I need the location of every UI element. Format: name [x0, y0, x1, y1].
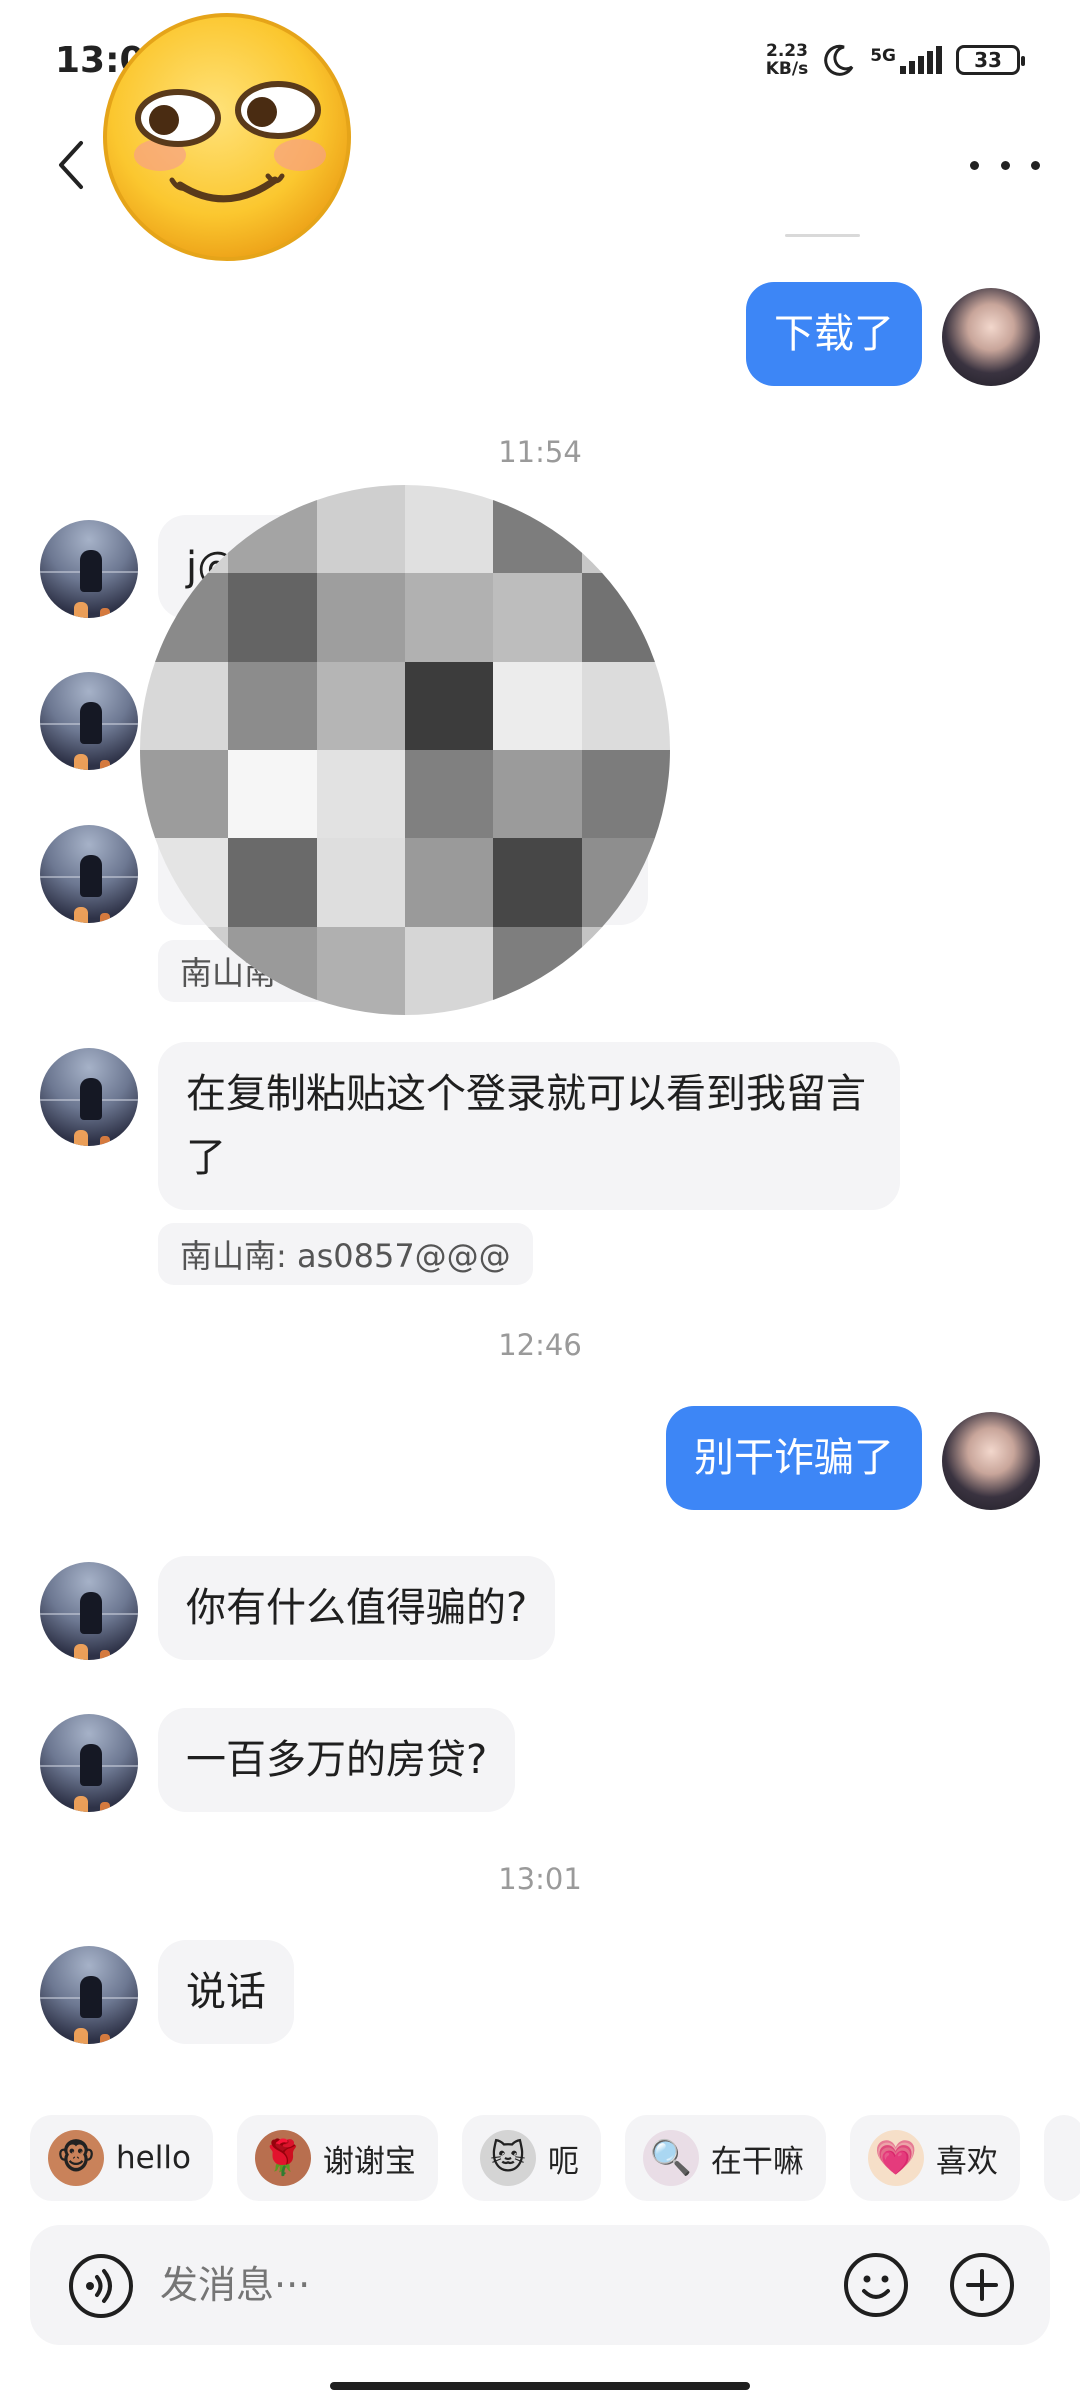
message-bubble-other[interactable]: 一百多万的房贷? — [158, 1708, 516, 1812]
net-speed: 2.23 KB/s — [765, 41, 809, 79]
message-timestamp: 13:01 — [498, 1862, 582, 1896]
message-input[interactable] — [160, 2255, 840, 2315]
quick-reply-label: 喜欢 — [935, 2143, 998, 2180]
contact-avatar[interactable] — [40, 825, 138, 923]
more-button[interactable] — [970, 140, 1040, 190]
message-timestamp: 11:54 — [498, 435, 582, 469]
quoted-message[interactable]: 南山南: as0857@@@ — [158, 1223, 533, 1285]
quick-reply-label: 谢谢宝 — [322, 2143, 416, 2180]
network-type: 5G — [870, 46, 896, 66]
quick-reply-bar: 🐵 hello 🌹 谢谢宝 🐱 呃 🔍 在干嘛 💗 喜欢 — [30, 2115, 1080, 2205]
self-avatar[interactable] — [942, 288, 1040, 386]
battery-indicator: 33 — [956, 45, 1025, 75]
quick-reply-label: 在干嘛 — [710, 2143, 804, 2180]
back-button[interactable] — [40, 130, 100, 200]
quick-reply-like[interactable]: 💗 喜欢 — [849, 2115, 1020, 2201]
cat-sticker-icon: 🐱 — [479, 2130, 536, 2186]
smile-icon[interactable] — [842, 2251, 910, 2319]
quick-reply-thanks[interactable]: 🌹 谢谢宝 — [236, 2115, 438, 2201]
magnifier-sticker-icon: 🔍 — [642, 2130, 699, 2186]
quick-reply-label: hello — [116, 2140, 191, 2176]
contact-avatar[interactable] — [40, 1714, 138, 1812]
moon-icon — [824, 44, 854, 76]
quick-reply-more[interactable] — [1043, 2115, 1080, 2201]
message-bubble-other[interactable]: 在复制粘贴这个登录就可以看到我留言了 — [158, 1042, 900, 1210]
quick-reply-hello[interactable]: 🐵 hello — [30, 2115, 213, 2201]
smirk-emoji-sticker — [103, 13, 351, 261]
signal-indicator: 5G — [870, 46, 942, 74]
signal-icon — [900, 46, 942, 74]
chevron-left-icon — [59, 141, 83, 189]
monkey-flower-sticker-icon: 🌹 — [254, 2130, 311, 2186]
monkey-sticker-icon: 🐵 — [48, 2130, 104, 2186]
contact-avatar[interactable] — [40, 1946, 138, 2044]
dot — [1000, 160, 1010, 170]
quick-reply-label: 呃 — [547, 2143, 579, 2180]
contact-avatar[interactable] — [40, 1048, 138, 1146]
home-indicator[interactable] — [330, 2382, 750, 2390]
scroll-indicator — [785, 234, 860, 237]
self-avatar[interactable] — [942, 1412, 1040, 1510]
plus-circle-icon[interactable] — [948, 2251, 1016, 2319]
contact-avatar[interactable] — [40, 1562, 138, 1660]
quick-reply-doing[interactable]: 🔍 在干嘛 — [624, 2115, 826, 2201]
quick-reply-uh[interactable]: 🐱 呃 — [461, 2115, 601, 2201]
message-bubble-other[interactable]: 说话 — [158, 1940, 294, 2044]
message-bubble-self[interactable]: 别干诈骗了 — [666, 1406, 922, 1510]
love-sticker-icon: 💗 — [867, 2130, 924, 2186]
message-bubble-self[interactable]: 下载了 — [746, 282, 922, 386]
dot — [970, 160, 979, 170]
message-timestamp: 12:46 — [498, 1328, 582, 1362]
dot — [1031, 160, 1040, 170]
message-bubble-other[interactable]: 你有什么值得骗的? — [158, 1556, 556, 1660]
message-input-bar — [30, 2225, 1050, 2345]
privacy-mosaic — [140, 485, 670, 1015]
status-icons: 2.23 KB/s 5G 33 — [765, 41, 1025, 79]
contact-avatar[interactable] — [40, 672, 138, 770]
contact-avatar[interactable] — [40, 520, 138, 618]
voice-icon[interactable] — [68, 2253, 134, 2319]
